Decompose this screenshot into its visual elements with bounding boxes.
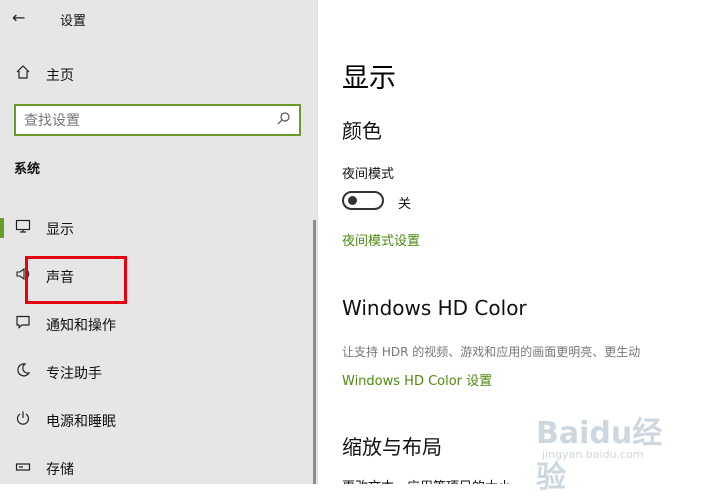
sidebar-item-notifications[interactable]: 通知和操作 bbox=[0, 304, 318, 352]
app-title: 设置 bbox=[60, 14, 87, 29]
color-section-heading: 颜色 bbox=[342, 119, 382, 143]
nav-list: 显示 声音 通知和操作 专注助手 电源和睡眠 存储 bbox=[0, 208, 318, 496]
hd-color-heading: Windows HD Color bbox=[342, 296, 527, 320]
storage-icon bbox=[14, 458, 32, 476]
sidebar-item-storage[interactable]: 存储 bbox=[0, 448, 318, 496]
search-box[interactable] bbox=[14, 104, 301, 136]
notification-icon bbox=[14, 314, 32, 332]
hd-color-settings-link[interactable]: Windows HD Color 设置 bbox=[342, 370, 492, 389]
sidebar-item-display[interactable]: 显示 bbox=[0, 208, 318, 256]
sidebar-item-label: 主页 bbox=[46, 68, 74, 84]
sidebar-item-home[interactable]: 主页 bbox=[0, 60, 318, 88]
scale-layout-heading: 缩放与布局 bbox=[342, 435, 442, 459]
highlight-annotation-box bbox=[25, 256, 127, 304]
monitor-icon bbox=[14, 218, 32, 236]
toggle-state-label: 关 bbox=[398, 197, 412, 212]
night-mode-toggle[interactable] bbox=[342, 191, 384, 210]
sidebar-item-label: 电源和睡眠 bbox=[46, 414, 116, 430]
hd-color-description: 让支持 HDR 的视频、游戏和应用的画面更明亮、更生动 bbox=[342, 345, 641, 359]
power-icon bbox=[14, 410, 32, 428]
sidebar: ← 设置 主页 系统 显示 声音 bbox=[0, 0, 318, 484]
night-mode-settings-link[interactable]: 夜间模式设置 bbox=[342, 230, 420, 249]
section-heading: 系统 bbox=[14, 162, 41, 177]
sidebar-item-label: 通知和操作 bbox=[46, 318, 116, 334]
back-arrow-icon[interactable]: ← bbox=[12, 8, 32, 28]
active-indicator bbox=[0, 218, 4, 238]
sidebar-item-label: 显示 bbox=[46, 222, 74, 238]
night-mode-label: 夜间模式 bbox=[342, 167, 395, 182]
sidebar-item-power[interactable]: 电源和睡眠 bbox=[0, 400, 318, 448]
toggle-knob bbox=[348, 196, 357, 205]
sidebar-item-label: 存储 bbox=[46, 462, 74, 478]
home-icon bbox=[14, 64, 32, 82]
sidebar-scrollbar[interactable] bbox=[313, 220, 316, 484]
moon-icon bbox=[14, 362, 32, 380]
page-title: 显示 bbox=[342, 63, 396, 94]
search-icon[interactable] bbox=[277, 111, 293, 127]
baidu-watermark: Baidu经验 jingyan.baidu.com bbox=[536, 408, 676, 495]
watermark-url: jingyan.baidu.com bbox=[542, 448, 644, 461]
sidebar-item-focus-assist[interactable]: 专注助手 bbox=[0, 352, 318, 400]
search-input[interactable] bbox=[24, 111, 274, 131]
sidebar-item-label: 专注助手 bbox=[46, 366, 102, 382]
